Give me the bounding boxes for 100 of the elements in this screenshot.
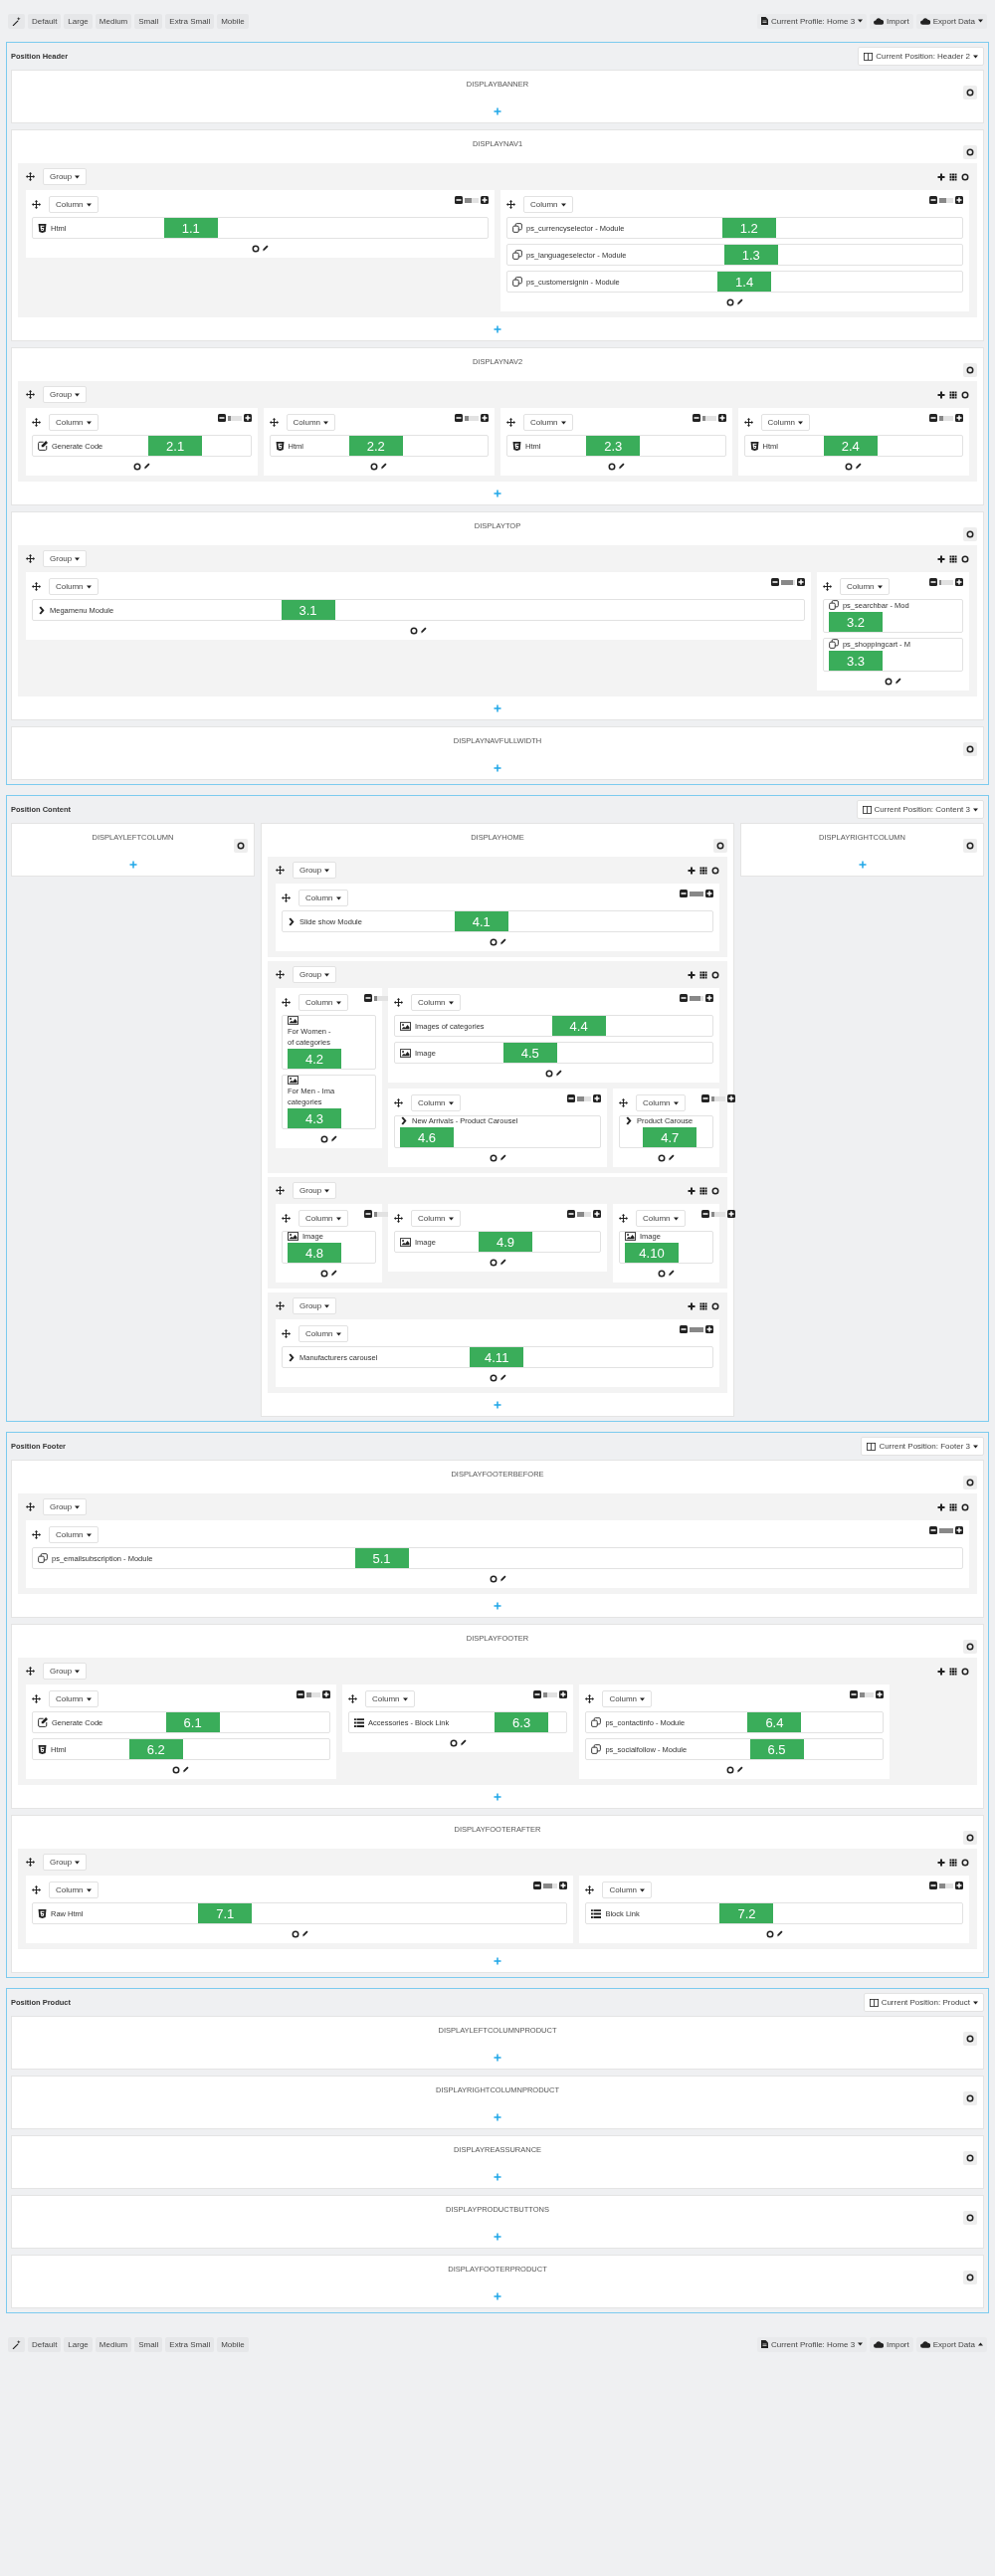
group-dropdown[interactable]: Group: [293, 966, 337, 983]
move-icon[interactable]: [32, 1885, 41, 1894]
device-button[interactable]: Small: [134, 13, 163, 29]
column-dropdown[interactable]: Column: [286, 414, 336, 431]
move-icon[interactable]: [269, 418, 279, 427]
move-icon[interactable]: [619, 1098, 628, 1107]
column-dropdown[interactable]: Column: [49, 1882, 99, 1898]
add-icon[interactable]: [494, 1602, 501, 1610]
column-dropdown[interactable]: Column: [49, 414, 99, 431]
plus-icon[interactable]: [243, 414, 252, 422]
column-dropdown[interactable]: Column: [602, 1882, 653, 1898]
grid-icon[interactable]: [949, 1858, 957, 1867]
circle-icon[interactable]: [370, 463, 379, 471]
plus-icon[interactable]: [705, 994, 713, 1002]
settings-button[interactable]: [963, 145, 977, 159]
plus-icon[interactable]: [955, 414, 963, 422]
column-dropdown[interactable]: Column: [839, 578, 890, 595]
add-icon[interactable]: [494, 764, 501, 772]
circle-icon[interactable]: [711, 1186, 719, 1195]
grid-icon[interactable]: [699, 1186, 707, 1195]
column-dropdown[interactable]: Column: [411, 994, 461, 1011]
settings-button[interactable]: [963, 86, 977, 99]
minus-icon[interactable]: [770, 578, 779, 586]
minus-icon[interactable]: [700, 1210, 709, 1218]
minus-icon[interactable]: [455, 196, 463, 204]
group-dropdown[interactable]: Group: [293, 1182, 337, 1199]
column-dropdown[interactable]: Column: [411, 1210, 461, 1227]
settings-button[interactable]: [963, 2271, 977, 2284]
column-dropdown[interactable]: Column: [49, 196, 99, 213]
plus-icon[interactable]: [955, 578, 963, 586]
column-dropdown[interactable]: Column: [636, 1210, 686, 1227]
column-dropdown[interactable]: Column: [602, 1690, 653, 1707]
plus-icon[interactable]: [955, 1882, 963, 1889]
add-icon[interactable]: [494, 1793, 501, 1801]
plus-icon[interactable]: [937, 1858, 945, 1867]
group-dropdown[interactable]: Group: [43, 168, 88, 185]
add-icon[interactable]: [494, 1401, 501, 1409]
pencil-icon[interactable]: [894, 678, 901, 685]
plus-icon[interactable]: [481, 414, 489, 422]
plus-icon[interactable]: [955, 1526, 963, 1534]
move-icon[interactable]: [276, 1186, 285, 1195]
position-dropdown[interactable]: Current Position: Content 3: [856, 800, 984, 819]
move-icon[interactable]: [282, 998, 291, 1007]
pencil-icon[interactable]: [735, 1766, 743, 1773]
settings-button[interactable]: [963, 1476, 977, 1489]
position-dropdown[interactable]: Current Position: Product: [863, 1993, 984, 2012]
pencil-icon[interactable]: [330, 1270, 337, 1277]
plus-icon[interactable]: [937, 1667, 945, 1676]
circle-icon[interactable]: [725, 1766, 734, 1774]
profile-dropdown[interactable]: Current Profile: Home 3: [757, 13, 868, 29]
import-button[interactable]: Import: [870, 13, 913, 29]
circle-icon[interactable]: [320, 1270, 328, 1278]
circle-icon[interactable]: [961, 172, 969, 181]
minus-icon[interactable]: [850, 1690, 859, 1698]
settings-button[interactable]: [963, 839, 977, 853]
device-button[interactable]: Default: [28, 2336, 62, 2352]
profile-dropdown[interactable]: Current Profile: Home 3: [757, 2336, 868, 2352]
device-button[interactable]: Medium: [95, 13, 132, 29]
settings-button[interactable]: [963, 527, 977, 541]
minus-icon[interactable]: [700, 1094, 709, 1102]
move-icon[interactable]: [32, 582, 41, 591]
circle-icon[interactable]: [489, 1154, 498, 1162]
move-icon[interactable]: [347, 1694, 357, 1703]
plus-icon[interactable]: [717, 414, 726, 422]
position-dropdown[interactable]: Current Position: Header 2: [858, 47, 984, 66]
circle-icon[interactable]: [489, 1575, 498, 1583]
settings-button[interactable]: [963, 2151, 977, 2165]
pencil-icon[interactable]: [668, 1154, 675, 1161]
settings-button[interactable]: [963, 1831, 977, 1845]
import-button[interactable]: Import: [870, 2336, 913, 2352]
pencil-icon[interactable]: [330, 1135, 337, 1142]
move-icon[interactable]: [394, 1098, 403, 1107]
minus-icon[interactable]: [929, 1526, 937, 1534]
pencil-icon[interactable]: [855, 463, 863, 470]
device-button[interactable]: Mobile: [217, 2336, 249, 2352]
column-dropdown[interactable]: Column: [523, 414, 573, 431]
plus-icon[interactable]: [559, 1690, 568, 1698]
plus-icon[interactable]: [321, 1690, 330, 1698]
plus-icon[interactable]: [705, 1325, 713, 1333]
settings-button[interactable]: [963, 363, 977, 377]
grid-icon[interactable]: [949, 172, 957, 181]
plus-icon[interactable]: [593, 1210, 601, 1218]
pencil-icon[interactable]: [380, 463, 388, 470]
pencil-icon[interactable]: [262, 245, 269, 252]
pencil-icon[interactable]: [555, 1070, 562, 1077]
pencil-icon[interactable]: [775, 1930, 783, 1937]
plus-icon[interactable]: [937, 554, 945, 563]
group-dropdown[interactable]: Group: [43, 550, 88, 567]
minus-icon[interactable]: [567, 1094, 575, 1102]
pencil-icon[interactable]: [498, 1575, 506, 1582]
add-icon[interactable]: [494, 107, 501, 115]
move-icon[interactable]: [32, 1694, 41, 1703]
device-button[interactable]: Large: [64, 2336, 93, 2352]
column-dropdown[interactable]: Column: [298, 890, 348, 906]
add-icon[interactable]: [494, 2113, 501, 2121]
wand-button[interactable]: [8, 2336, 25, 2352]
column-dropdown[interactable]: Column: [760, 414, 811, 431]
circle-icon[interactable]: [711, 970, 719, 979]
circle-icon[interactable]: [711, 866, 719, 875]
circle-icon[interactable]: [961, 1667, 969, 1676]
